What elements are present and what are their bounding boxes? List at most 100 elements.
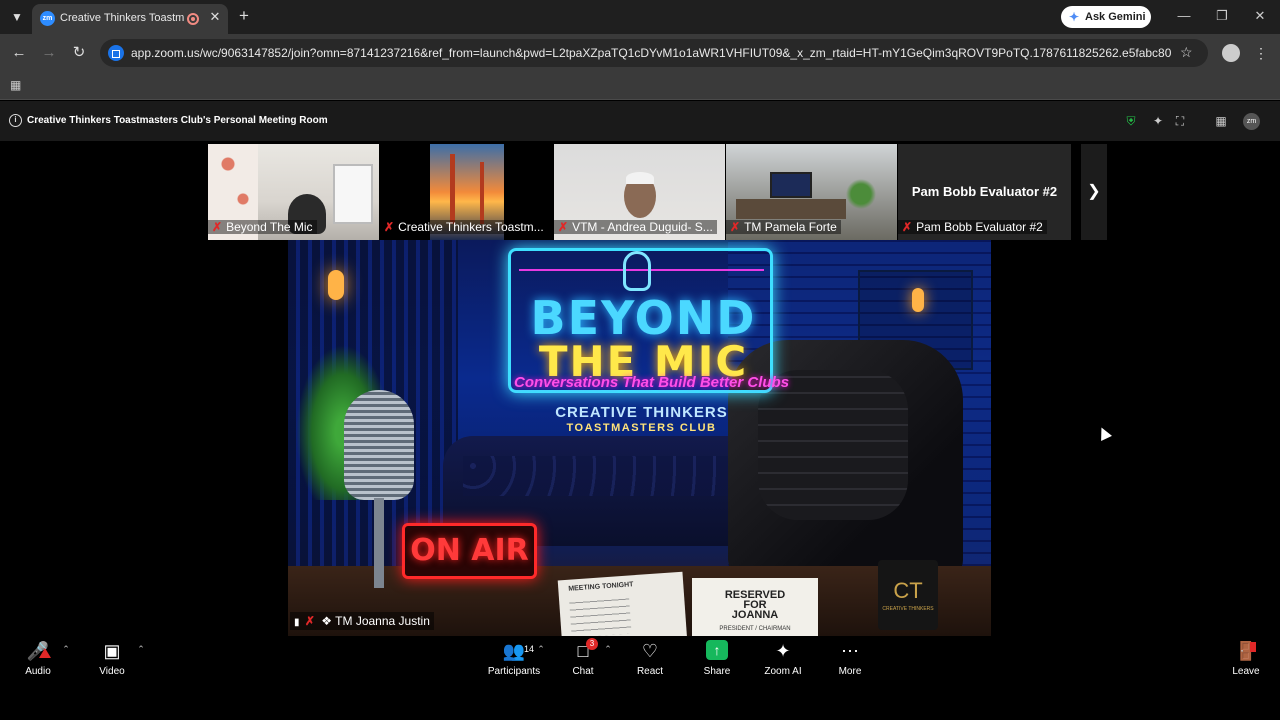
react-label: React <box>636 666 664 677</box>
meeting-title: Creative Thinkers Toastmasters Club's Pe… <box>27 115 328 126</box>
participants-button[interactable]: 👥 14 Participants <box>484 640 544 684</box>
leave-door-icon: 🚪 <box>1234 641 1258 661</box>
participant-hair <box>626 172 654 184</box>
participant-tile[interactable]: ✗ Creative Thinkers Toastm... <box>380 144 552 240</box>
forward-icon[interactable]: → <box>40 44 58 62</box>
muted-mic-icon: ✗ <box>730 220 741 234</box>
layout-icon[interactable]: ▦ <box>1214 114 1228 128</box>
heart-icon: ♡ <box>641 641 659 661</box>
more-dots-icon: ⋯ <box>841 641 859 661</box>
chat-label: Chat <box>572 666 594 677</box>
filmstrip-next-chevron-icon[interactable]: ❯ <box>1081 144 1107 240</box>
minimize-icon[interactable]: — <box>1176 8 1192 24</box>
microphone-muted-icon: 🎤 <box>26 641 51 661</box>
participant-video-off-name: Pam Bobb Evaluator #2 <box>911 184 1058 199</box>
url-field[interactable]: app.zoom.us/wc/9063147852/join?omn=87141… <box>100 39 1208 67</box>
ask-gemini-button[interactable]: ✦ Ask Gemini <box>1061 6 1151 28</box>
zoom-ai-label: Zoom AI <box>764 666 802 677</box>
club-name-line-1: CREATIVE THINKERS <box>555 404 728 421</box>
sparkle-icon[interactable]: ✦ <box>1151 114 1165 128</box>
pin-icon: ❖ <box>321 614 333 628</box>
hanging-lamp-image <box>328 270 344 300</box>
back-icon[interactable]: ← <box>10 44 28 62</box>
share-label: Share <box>703 666 731 677</box>
chat-options-chevron-icon[interactable]: ⌃ <box>603 644 613 655</box>
participant-tile[interactable]: ✗ TM Pamela Forte <box>726 144 897 240</box>
sign-tagline: Conversations That Build Better Clubs <box>514 374 790 391</box>
meeting-toolbar: 🎤 Audio ⌃ ▣ Video ⌃ 👥 14 Participants ⌃ … <box>0 636 1280 720</box>
gemini-sparkle-icon: ✦ <box>1069 10 1080 24</box>
reload-icon[interactable]: ↻ <box>70 44 88 62</box>
meeting-agenda-paper: MEETING TONIGHT <box>557 571 688 636</box>
url-text[interactable]: app.zoom.us/wc/9063147852/join?omn=87141… <box>131 46 1171 60</box>
chat-unread-badge: 3 <box>586 638 598 650</box>
muted-mic-icon: ✗ <box>384 220 395 234</box>
audio-options-chevron-icon[interactable]: ⌃ <box>61 644 71 655</box>
tab-title: Creative Thinkers Toastmasters Club's Pe… <box>60 12 184 24</box>
vintage-microphone-icon <box>344 390 414 500</box>
shelf-image <box>736 199 846 219</box>
neon-sign: BEYOND THE MIC <box>508 248 773 393</box>
main-speaker-video[interactable]: BEYOND THE MIC Conversations That Build … <box>288 240 991 636</box>
shield-icon[interactable]: ⛨ <box>1124 114 1138 128</box>
bookmarks-bar: ▦ <box>0 72 1280 100</box>
browser-tab[interactable]: zm Creative Thinkers Toastmasters Club's… <box>32 4 228 34</box>
agenda-title: MEETING TONIGHT <box>568 581 634 593</box>
muted-mic-icon: ✗ <box>304 614 315 628</box>
participant-tile[interactable]: Pam Bobb Evaluator #2 ✗ Pam Bobb Evaluato… <box>898 144 1071 240</box>
on-air-sign: ON AIR <box>402 523 537 579</box>
zoom-favicon-icon: zm <box>40 11 55 26</box>
window-image <box>333 164 373 224</box>
speaker-name-label: ▮ ✗ ❖ TM Joanna Justin <box>290 612 434 630</box>
restore-icon[interactable]: ❐ <box>1214 8 1230 24</box>
reserved-card-text: RESERVED FOR JOANNA <box>724 589 786 621</box>
leave-button[interactable]: 🚪 Leave <box>1216 640 1276 684</box>
shelf-lamp-image <box>912 288 924 312</box>
new-tab-button[interactable]: + <box>236 7 252 24</box>
window-close-icon[interactable]: ✕ <box>1252 8 1268 24</box>
menu-dots-icon[interactable]: ⋮ <box>1254 44 1268 62</box>
audio-label: Audio <box>25 666 51 677</box>
bookmark-star-icon[interactable]: ☆ <box>1180 44 1193 61</box>
info-icon[interactable]: i <box>9 114 22 127</box>
video-camera-icon: ▣ <box>103 641 121 661</box>
browser-tab-bar: ▼ zm Creative Thinkers Toastmasters Club… <box>0 0 1280 34</box>
zm-badge-icon[interactable]: zm <box>1243 113 1260 130</box>
apps-grid-icon[interactable]: ▦ <box>10 78 24 92</box>
participants-options-chevron-icon[interactable]: ⌃ <box>536 644 546 655</box>
signal-strength-icon: ▮ <box>294 617 300 628</box>
tv-image <box>770 172 812 198</box>
ai-sparkle-icon: ✦ <box>775 641 791 661</box>
participant-name: ✗ VTM - Andrea Duguid- S... <box>554 220 717 234</box>
video-button[interactable]: ▣ Video <box>82 640 142 684</box>
audio-button[interactable]: 🎤 Audio <box>8 640 68 684</box>
mug-image: CT CREATIVE THINKERS <box>878 560 938 630</box>
participant-tile[interactable]: ✗ VTM - Andrea Duguid- S... <box>554 144 725 240</box>
mug-logo: CT <box>893 578 923 603</box>
profile-icon[interactable] <box>1222 44 1240 62</box>
video-options-chevron-icon[interactable]: ⌃ <box>136 644 146 655</box>
share-arrow-icon: ↑ <box>706 640 728 660</box>
reserved-card: RESERVED FOR JOANNA PRESIDENT / CHAIRMAN <box>692 578 818 636</box>
more-label: More <box>838 666 862 677</box>
participant-name: ✗ Pam Bobb Evaluator #2 <box>898 220 1047 234</box>
muted-mic-icon: ✗ <box>212 220 223 234</box>
react-button[interactable]: ♡ React <box>620 640 680 684</box>
club-name-line-2: TOASTMASTERS CLUB <box>566 422 717 434</box>
zoom-ai-button[interactable]: ✦ Zoom AI <box>753 640 813 684</box>
mug-text: CREATIVE THINKERS <box>882 606 934 612</box>
address-bar: ← → ↻ app.zoom.us/wc/9063147852/join?omn… <box>0 34 1280 72</box>
tab-list-icon[interactable]: ▼ <box>8 8 26 26</box>
record-icon <box>187 13 199 25</box>
fullscreen-icon[interactable]: ⛶ <box>1173 114 1187 128</box>
reserved-card-subtitle: PRESIDENT / CHAIRMAN <box>719 626 791 632</box>
camera-in-use-icon[interactable] <box>108 45 124 61</box>
participant-tile[interactable]: ✗ Beyond The Mic <box>208 144 379 240</box>
share-button[interactable]: ↑ Share <box>687 640 747 684</box>
muted-mic-icon: ✗ <box>902 220 913 234</box>
plant-image <box>846 174 876 214</box>
leave-label: Leave <box>1232 666 1260 677</box>
more-button[interactable]: ⋯ More <box>820 640 880 684</box>
tab-close-icon[interactable]: ✕ <box>207 9 223 25</box>
neon-microphone-icon <box>623 251 651 291</box>
